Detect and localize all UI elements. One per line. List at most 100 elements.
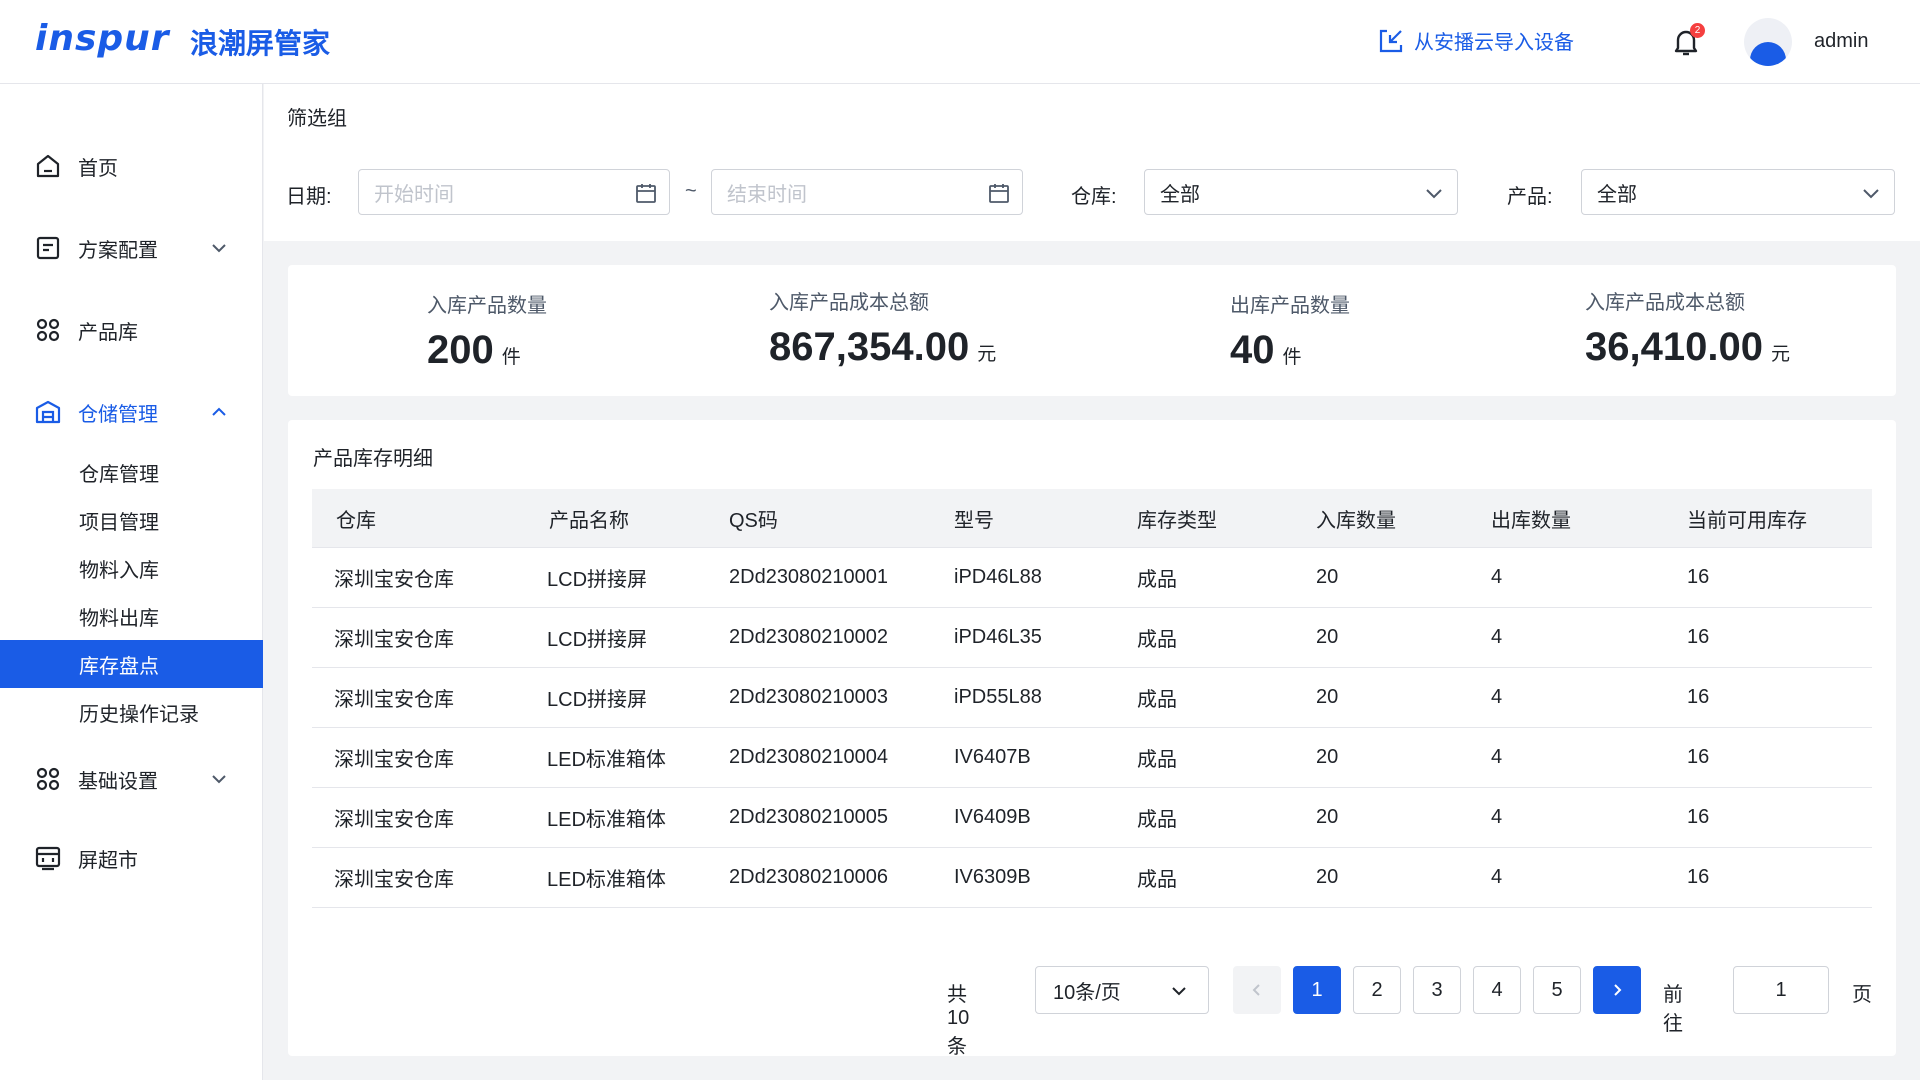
stat-unit: 件 [501,347,521,368]
cell-outbound-qty: 4 [1491,566,1503,588]
cell-outbound-qty: 4 [1491,806,1503,828]
inventory-table: 仓库 产品名称 QS码 型号 库存类型 入库数量 出库数量 当前可用库存 深圳宝… [312,489,1872,908]
page-size-value: 10条/页 [1053,981,1121,1004]
top-header: inspur 浪潮屏管家 从安播云导入设备 2 admin [0,0,1920,84]
cell-inbound-qty: 20 [1316,866,1339,888]
grid-icon [36,767,60,791]
warehouse-select-value: 全部 [1160,183,1200,206]
column-header[interactable]: 库存类型 [1137,489,1217,547]
subnav-material-outbound[interactable]: 物料出库 [0,592,263,640]
table-row[interactable]: 深圳宝安仓库 LCD拼接屏 2Dd23080210002 iPD46L35 成品… [312,608,1872,668]
subnav-project-label: 项目管理 [79,511,159,534]
nav-basic-settings[interactable]: 基础设置 [0,757,263,801]
table-row[interactable]: 深圳宝安仓库 LCD拼接屏 2Dd23080210003 iPD55L88 成品… [312,668,1872,728]
page-size-select[interactable]: 10条/页 [1035,966,1209,1014]
pagination-total: 共10条 [947,984,970,1058]
cell-stock-type: 成品 [1137,869,1177,891]
cell-inbound-qty: 20 [1316,746,1339,768]
column-header[interactable]: 当前可用库存 [1687,489,1807,547]
subnav-inventory-check[interactable]: 库存盘点 [0,640,263,688]
cell-product-name: LED标准箱体 [547,749,666,771]
page-button-4[interactable]: 4 [1473,966,1521,1014]
start-date-input[interactable]: 开始时间 [358,169,670,215]
subnav-material-inbound[interactable]: 物料入库 [0,544,263,592]
column-header[interactable]: 出库数量 [1491,489,1571,547]
prev-page-button[interactable] [1233,966,1281,1014]
cell-inbound-qty: 20 [1316,566,1339,588]
cell-available-stock: 16 [1687,566,1710,588]
end-date-input[interactable]: 结束时间 [711,169,1023,215]
stat-unit: 元 [977,344,997,365]
sidebar: 首页 方案配置 产品库 仓储管理 仓库管理 项目管理 物料入库 物料出库 库存盘… [0,84,263,1080]
cell-warehouse: 深圳宝安仓库 [334,869,454,891]
user-avatar[interactable] [1744,18,1792,66]
stat-value-row: 200 件 [427,328,547,373]
cell-inbound-qty: 20 [1316,806,1339,828]
stat-value-row: 36,410.00 元 [1585,325,1790,370]
column-header[interactable]: 仓库 [336,489,376,547]
subnav-warehouse-label: 仓库管理 [79,463,159,486]
page-button-3[interactable]: 3 [1413,966,1461,1014]
notification-bell[interactable]: 2 [1670,23,1705,58]
stat-outbound-cost: 入库产品成本总额 36,410.00 元 [1585,286,1790,370]
import-devices-link[interactable]: 从安播云导入设备 [1378,26,1574,55]
cell-model: iPD46L35 [954,626,1042,648]
table-row[interactable]: 深圳宝安仓库 LCD拼接屏 2Dd23080210001 iPD46L88 成品… [312,548,1872,608]
chevron-down-icon [212,775,226,784]
warehouse-select[interactable]: 全部 [1144,169,1458,215]
calendar-icon [989,184,1009,203]
page-button-5[interactable]: 5 [1533,966,1581,1014]
filter-panel: 筛选组 日期: 开始时间 ~ 结束时间 仓库: 全部 产品: 全部 [264,84,1920,241]
stat-inbound-quantity: 入库产品数量 200 件 [427,289,547,373]
column-header[interactable]: 型号 [954,489,994,547]
stat-value-row: 40 件 [1230,328,1350,373]
page-button-1[interactable]: 1 [1293,966,1341,1014]
stat-value: 40 [1230,328,1275,372]
cell-outbound-qty: 4 [1491,746,1503,768]
page-button-2[interactable]: 2 [1353,966,1401,1014]
nav-product-library[interactable]: 产品库 [0,308,263,352]
cell-product-name: LCD拼接屏 [547,689,648,711]
cell-model: IV6407B [954,746,1031,768]
chevron-down-icon [212,244,226,253]
table-row[interactable]: 深圳宝安仓库 LED标准箱体 2Dd23080210006 IV6309B 成品… [312,848,1872,908]
username[interactable]: admin [1814,30,1868,53]
chevron-down-icon [1172,987,1186,996]
nav-scheme-config[interactable]: 方案配置 [0,226,263,270]
goto-label: 前往 [1663,984,1683,1035]
import-devices-label: 从安播云导入设备 [1414,32,1574,54]
cell-model: iPD46L88 [954,566,1042,588]
calendar-icon [636,184,656,203]
nav-home[interactable]: 首页 [0,144,263,188]
warehouse-icon [35,400,61,424]
cell-product-name: LCD拼接屏 [547,629,648,651]
nav-screen-market[interactable]: 屏超市 [0,836,263,880]
cell-qs-code: 2Dd23080210004 [729,746,889,768]
subnav-history[interactable]: 历史操作记录 [0,688,263,736]
cell-available-stock: 16 [1687,806,1710,828]
cell-warehouse: 深圳宝安仓库 [334,689,454,711]
column-header[interactable]: 产品名称 [549,489,629,547]
cell-model: iPD55L88 [954,686,1042,708]
column-header[interactable]: QS码 [729,489,778,547]
goto-page-input[interactable] [1733,966,1829,1014]
cell-stock-type: 成品 [1137,569,1177,591]
next-page-button[interactable] [1593,966,1641,1014]
stat-inbound-cost: 入库产品成本总额 867,354.00 元 [769,286,996,370]
cell-qs-code: 2Dd23080210002 [729,626,889,648]
table-row[interactable]: 深圳宝安仓库 LED标准箱体 2Dd23080210005 IV6409B 成品… [312,788,1872,848]
column-header[interactable]: 入库数量 [1316,489,1396,547]
stat-unit: 件 [1282,347,1302,368]
cell-warehouse: 深圳宝安仓库 [334,809,454,831]
inspur-logo[interactable]: inspur [35,18,170,59]
chevron-down-icon [1426,189,1442,199]
cell-stock-type: 成品 [1137,689,1177,711]
subnav-warehouse[interactable]: 仓库管理 [0,448,263,496]
product-select[interactable]: 全部 [1581,169,1895,215]
cell-product-name: LED标准箱体 [547,809,666,831]
subnav-project[interactable]: 项目管理 [0,496,263,544]
product-filter-label: 产品: [1507,186,1553,208]
chevron-right-icon [1614,984,1622,996]
nav-warehouse-management[interactable]: 仓储管理 [0,390,263,434]
table-row[interactable]: 深圳宝安仓库 LED标准箱体 2Dd23080210004 IV6407B 成品… [312,728,1872,788]
